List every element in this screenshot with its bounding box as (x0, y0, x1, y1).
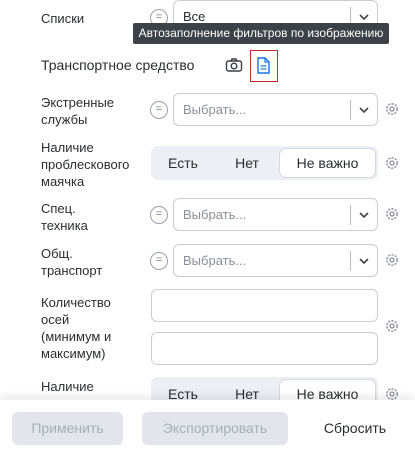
emergency-select[interactable]: Выбрать... (173, 93, 378, 126)
special-label-1: Спец. (41, 201, 76, 216)
emergency-label-1: Экстренные (41, 95, 115, 110)
reset-button[interactable]: Сбросить (308, 412, 402, 445)
equals-operator-icon[interactable]: = (150, 206, 168, 224)
axles-label-4: максимум) (41, 346, 106, 361)
gear-icon[interactable] (384, 101, 400, 117)
autofill-button-highlight[interactable] (250, 50, 278, 82)
chevron-down-icon[interactable] (357, 208, 371, 222)
document-icon[interactable] (256, 57, 271, 74)
beacon-label-3: маячка (41, 174, 85, 189)
beacon-option-no[interactable]: Нет (215, 146, 279, 180)
select-separator (350, 100, 351, 120)
axles-label-3: (минимум и (41, 329, 112, 344)
beacon-segmented-control: Есть Нет Не важно (151, 146, 378, 180)
chevron-down-icon[interactable] (357, 103, 371, 117)
export-button[interactable]: Экспортировать (142, 412, 288, 445)
select-separator (350, 205, 351, 225)
emergency-placeholder: Выбрать... (183, 102, 247, 117)
beacon-label-1: Наличие (41, 140, 94, 155)
equals-operator-icon[interactable]: = (150, 101, 168, 119)
beacon-option-yes[interactable]: Есть (151, 146, 215, 180)
axles-max-input[interactable] (151, 332, 378, 365)
special-select[interactable]: Выбрать... (173, 198, 378, 231)
emergency-label-2: службы (41, 112, 88, 127)
lists-label: Списки (41, 11, 85, 26)
public-placeholder: Выбрать... (183, 253, 247, 268)
special-placeholder: Выбрать... (183, 207, 247, 222)
chevron-down-icon[interactable] (357, 10, 371, 24)
section-title: Транспортное средство (41, 57, 195, 73)
public-select[interactable]: Выбрать... (173, 244, 378, 277)
presence-label-1: Наличие (41, 379, 94, 394)
chevron-down-icon[interactable] (357, 254, 371, 268)
select-separator (350, 251, 351, 271)
autofill-tooltip: Автозаполнение фильтров по изображению (133, 23, 389, 44)
special-label-2: техника (41, 218, 88, 233)
public-label-2: транспорт (41, 263, 103, 278)
axles-min-input[interactable] (151, 289, 378, 322)
apply-button[interactable]: Применить (12, 412, 123, 445)
public-label-1: Общ. (41, 246, 73, 261)
camera-icon[interactable] (225, 57, 243, 73)
beacon-label-2: проблескового (41, 157, 130, 172)
beacon-option-any[interactable]: Не важно (279, 148, 376, 178)
gear-icon[interactable] (384, 318, 400, 334)
axles-label-2: осей (41, 312, 70, 327)
footer-bar: Применить Экспортировать Сбросить (0, 400, 415, 455)
equals-operator-icon[interactable]: = (150, 252, 168, 270)
axles-label-1: Количество (41, 295, 111, 310)
gear-icon[interactable] (384, 206, 400, 222)
lists-select-value: Все (183, 9, 206, 24)
gear-icon[interactable] (384, 155, 400, 171)
gear-icon[interactable] (384, 252, 400, 268)
